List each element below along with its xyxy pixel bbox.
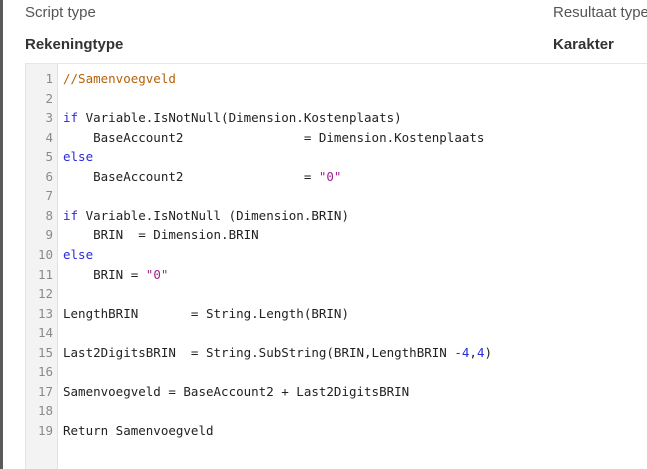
code-token: BaseAccount2 = Dimension.Kostenplaats	[63, 129, 485, 145]
window-edge	[0, 0, 3, 469]
code-text: if Variable.IsNotNull(Dimension.Kostenpl…	[63, 108, 402, 128]
code-line[interactable]: 19 Return Samenvoegveld	[26, 421, 647, 441]
script-type-label: Script type	[25, 4, 96, 21]
code-token: else	[63, 149, 94, 165]
code-line[interactable]: 6 BaseAccount2 = "0"	[26, 167, 647, 187]
result-type-value: Karakter	[553, 36, 614, 53]
script-editor[interactable]: 1 //Samenvoegveld 2 3 if Variable.IsNotNull(…	[25, 63, 647, 469]
line-number: 1	[45, 71, 53, 86]
line-number: 12	[37, 286, 53, 302]
code-token: Samenvoegveld = BaseAccount2 + Last2Digi…	[63, 383, 410, 399]
line-number: 9	[45, 227, 53, 243]
code-line[interactable]: 16	[26, 362, 647, 382]
code-token: BRIN = Dimension.BRIN	[63, 227, 259, 243]
code-line[interactable]: 17 Samenvoegveld = BaseAccount2 + Last2Di…	[26, 382, 647, 402]
line-number: 13	[37, 305, 53, 321]
code-line[interactable]: 4 BaseAccount2 = Dimension.Kostenplaats	[26, 128, 647, 148]
code-line[interactable]: 9 BRIN = Dimension.BRIN	[26, 225, 647, 245]
code-token: LengthBRIN = String.Length(BRIN)	[63, 305, 349, 321]
code-token: "0"	[318, 168, 342, 184]
code-text: BRIN = "0"	[63, 265, 168, 285]
line-number: 2	[45, 90, 53, 106]
code-text: BRIN = Dimension.BRIN	[63, 225, 259, 245]
code-line[interactable]: 13 LengthBRIN = String.Length(BRIN)	[26, 304, 647, 324]
code-text: LengthBRIN = String.Length(BRIN)	[63, 304, 349, 324]
code-text: //Samenvoegveld	[63, 69, 176, 89]
code-line[interactable]: 11 BRIN = "0"	[26, 265, 647, 285]
code-line[interactable]: 10 else	[26, 245, 647, 265]
code-line[interactable]: 7	[26, 186, 647, 206]
code-line[interactable]: 1 //Samenvoegveld	[26, 69, 647, 89]
line-number: 7	[45, 188, 53, 204]
code-line[interactable]: 5 else	[26, 147, 647, 167]
code-token: //Samenvoegveld	[63, 71, 176, 86]
line-number: 11	[37, 266, 53, 282]
code-text: if Variable.IsNotNull (Dimension.BRIN)	[63, 206, 349, 226]
code-token: Last2DigitsBRIN = String.SubString(BRIN,…	[63, 344, 455, 360]
code-text: Samenvoegveld = BaseAccount2 + Last2Digi…	[63, 382, 409, 402]
code-token: )	[484, 344, 492, 360]
line-number: 14	[37, 325, 53, 341]
code-token: Return Samenvoegveld	[63, 422, 214, 438]
script-type-value: Rekeningtype	[25, 36, 124, 53]
line-number: 6	[45, 168, 53, 184]
line-number: 3	[45, 110, 53, 126]
code-line[interactable]: 15 Last2DigitsBRIN = String.SubString(BRI…	[26, 343, 647, 363]
code-token: -4	[454, 344, 470, 360]
code-token: Variable.IsNotNull(Dimension.Kostenplaat…	[78, 110, 402, 126]
code-line[interactable]: 12	[26, 284, 647, 304]
line-number: 15	[37, 344, 53, 360]
line-number: 18	[37, 403, 53, 419]
code-line[interactable]: 2	[26, 89, 647, 109]
code-token: if	[63, 110, 79, 126]
code-token: if	[63, 207, 79, 223]
line-number: 10	[37, 246, 53, 262]
line-number: 4	[45, 129, 53, 145]
code-token: BRIN =	[63, 266, 146, 282]
line-number: 8	[45, 207, 53, 223]
line-number: 16	[37, 364, 53, 380]
code-token: else	[63, 246, 94, 262]
code-text: BaseAccount2 = Dimension.Kostenplaats	[63, 128, 484, 148]
code-line[interactable]: 14	[26, 323, 647, 343]
code-text: else	[63, 245, 93, 265]
line-number: 5	[45, 149, 53, 165]
code-token: "0"	[145, 266, 169, 282]
code-line[interactable]: 3 if Variable.IsNotNull(Dimension.Kostenp…	[26, 108, 647, 128]
result-type-label: Resultaat type	[553, 4, 647, 21]
code-token: ,	[469, 344, 477, 360]
code-text: Return Samenvoegveld	[63, 421, 214, 441]
code-token: Variable.IsNotNull (Dimension.BRIN)	[78, 207, 349, 223]
code-line[interactable]: 18	[26, 401, 647, 421]
line-number: 17	[37, 383, 53, 399]
line-number: 19	[37, 422, 53, 438]
code-text: BaseAccount2 = "0"	[63, 167, 341, 187]
code-text: else	[63, 147, 93, 167]
code-text: Last2DigitsBRIN = String.SubString(BRIN,…	[63, 343, 492, 363]
code-line[interactable]: 8 if Variable.IsNotNull (Dimension.BRIN)	[26, 206, 647, 226]
code-token: BaseAccount2 =	[63, 168, 319, 184]
